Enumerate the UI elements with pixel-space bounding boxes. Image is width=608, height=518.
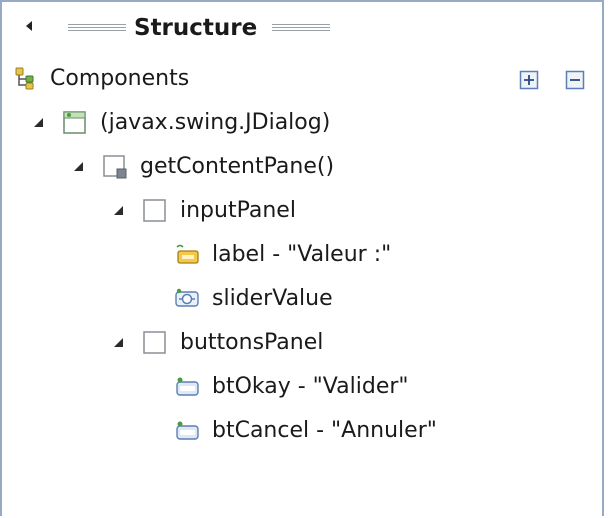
- tree-node-bt-okay[interactable]: btOkay - "Valider": [2, 366, 602, 406]
- structure-view: Structure Components (javax.swing.JDialo…: [0, 0, 604, 516]
- tree-node-label-valeur[interactable]: label - "Valeur :": [2, 234, 602, 274]
- view-title: Structure: [134, 15, 258, 41]
- tree-node-label: btCancel - "Annuler": [212, 418, 437, 443]
- tree-node-jdialog[interactable]: (javax.swing.JDialog): [2, 102, 602, 142]
- components-tree-icon: [15, 67, 34, 90]
- collapse-view-icon[interactable]: [26, 21, 32, 31]
- content-pane-icon: [103, 155, 127, 179]
- tree-node-label: inputPanel: [180, 198, 296, 223]
- tree-node-label: btOkay - "Valider": [212, 374, 409, 399]
- expand-toggle-icon[interactable]: [114, 206, 123, 215]
- jslider-icon: [175, 288, 199, 307]
- jbutton-icon: [176, 377, 199, 396]
- expand-toggle-icon[interactable]: [114, 338, 123, 347]
- components-header: Components: [2, 58, 602, 102]
- tree-node-buttons-panel[interactable]: buttonsPanel: [2, 322, 602, 362]
- expand-all-button[interactable]: [518, 69, 540, 91]
- tree-node-label: buttonsPanel: [180, 330, 324, 355]
- tree-node-bt-cancel[interactable]: btCancel - "Annuler": [2, 410, 602, 450]
- tree-node-slider-value[interactable]: sliderValue: [2, 278, 602, 318]
- drag-grip-left[interactable]: [68, 24, 126, 31]
- tree-node-label: sliderValue: [212, 286, 333, 311]
- jbutton-icon: [176, 421, 199, 440]
- jdialog-icon: [63, 111, 86, 134]
- expand-toggle-icon[interactable]: [74, 162, 83, 171]
- drag-grip-right[interactable]: [272, 24, 330, 31]
- collapse-all-button[interactable]: [564, 69, 586, 91]
- tree-node-content-pane[interactable]: getContentPane(): [2, 146, 602, 186]
- panel-icon: [143, 199, 166, 222]
- expand-toggle-icon[interactable]: [34, 118, 43, 127]
- tree-node-input-panel[interactable]: inputPanel: [2, 190, 602, 230]
- panel-icon: [143, 331, 166, 354]
- tree-node-label: label - "Valeur :": [212, 242, 392, 267]
- view-title-bar[interactable]: Structure: [2, 2, 602, 52]
- jlabel-icon: [176, 244, 199, 264]
- tree-node-label: getContentPane(): [140, 154, 335, 179]
- components-label: Components: [50, 66, 190, 91]
- tree-node-label: (javax.swing.JDialog): [100, 110, 331, 135]
